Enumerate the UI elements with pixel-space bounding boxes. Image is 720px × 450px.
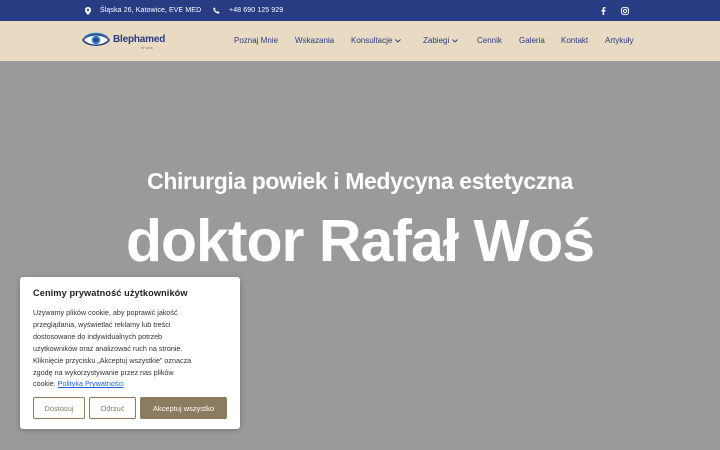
instagram-icon (621, 6, 629, 15)
eye-logo-icon (82, 31, 110, 54)
phone-block[interactable]: +48 690 125 929 (213, 0, 283, 21)
nav-item-galeria[interactable]: Galeria (519, 36, 545, 45)
nav-item-konsultacje[interactable]: Konsultacje (351, 36, 402, 45)
logo-tagline: dr wos (141, 44, 153, 50)
nav-item-label: Zabiegi (423, 36, 450, 45)
nav-item-cennik[interactable]: Cennik (477, 36, 502, 45)
cookie-text-line: dostosowane do indywidualnych potrzeb (33, 331, 163, 341)
cookie-text-line: zgodę na wykorzystywanie przez nas plikó… (33, 367, 174, 377)
cookie-text-line: Używamy plików cookie, aby poprawić jako… (33, 308, 178, 317)
hero-title: doktor Rafał Woś (125, 208, 595, 274)
cookie-text-line: Kliknięcie przycisku „Akceptuj wszystkie… (33, 355, 192, 365)
nav-item-zabiegi[interactable]: Zabiegi (423, 36, 459, 45)
cookie-text-line: cookie. Polityka Prywatności (33, 378, 227, 390)
phone-text: +48 690 125 929 (229, 7, 284, 14)
reject-button[interactable]: Odrzuć (89, 397, 136, 419)
hero-subtitle: Chirurgia powiek i Medycyna estetyczna (147, 168, 573, 194)
nav-item-artykuly[interactable]: Artykuły (605, 36, 633, 45)
cookie-buttons: Dostosuj Odrzuć Akceptuj wszystko (33, 397, 227, 419)
cookie-description: Używamy plików cookie, aby poprawić jako… (33, 307, 227, 390)
nav-item-wskazania[interactable]: Wskazania (295, 36, 334, 45)
chevron-down-icon (395, 36, 402, 45)
address-block[interactable]: Śląska 26, Katowice, EVE MED (85, 0, 201, 21)
nav-item-label: Konsultacje (351, 36, 393, 45)
privacy-policy-link[interactable]: Polityka Prywatności (58, 379, 124, 388)
main-navigation: Blephamed dr wos Poznaj Mnie Wskazania K… (0, 21, 720, 61)
location-pin-icon (85, 6, 91, 15)
top-info-bar: Śląska 26, Katowice, EVE MED +48 690 125… (0, 0, 720, 21)
accept-all-button[interactable]: Akceptuj wszystko (140, 397, 227, 419)
cookie-title: Cenimy prywatność użytkowników (33, 288, 188, 298)
nav-item-poznaj-mnie[interactable]: Poznaj Mnie (234, 36, 278, 45)
chevron-down-icon (452, 36, 459, 45)
cookie-text-line: użytkowników oraz analizować ruch na str… (33, 343, 183, 353)
phone-icon (213, 7, 220, 14)
nav-item-kontakt[interactable]: Kontakt (561, 36, 588, 45)
facebook-icon (601, 6, 606, 15)
address-text: Śląska 26, Katowice, EVE MED (100, 7, 202, 14)
site-logo[interactable]: Blephamed dr wos (82, 31, 165, 53)
logo-wordmark: Blephamed (113, 33, 166, 45)
instagram-link[interactable] (621, 0, 629, 21)
facebook-link[interactable] (601, 0, 606, 21)
customize-button[interactable]: Dostosuj (33, 397, 85, 419)
cookie-text-line: przeglądania, wyświetlać reklamy lub tre… (33, 319, 171, 329)
cookie-text-end: cookie. (33, 379, 56, 389)
cookie-consent-banner: Cenimy prywatność użytkowników Używamy p… (20, 277, 240, 429)
